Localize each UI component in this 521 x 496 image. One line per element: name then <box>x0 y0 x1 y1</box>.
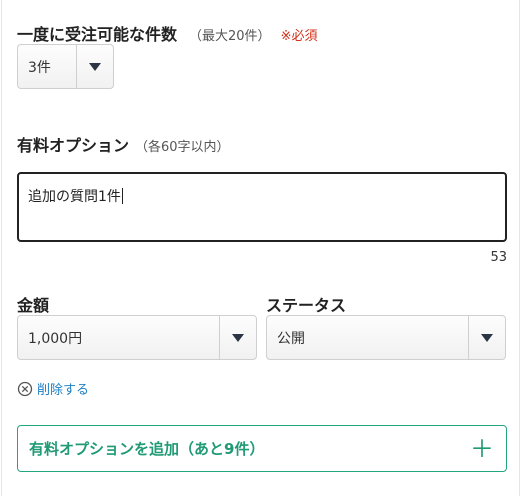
chevron-down-icon <box>232 333 244 342</box>
status-label-row: ステータス <box>266 292 346 316</box>
price-select[interactable]: 1,000円 <box>17 315 257 360</box>
chevron-down-icon <box>481 333 493 342</box>
capacity-note: （最大20件） <box>189 29 271 44</box>
option-note: （各60字以内） <box>135 140 230 155</box>
required-badge: ※必須 <box>280 29 318 44</box>
option-label-row: 有料オプション （各60字以内） <box>17 132 230 156</box>
status-select-arrow[interactable] <box>468 316 505 359</box>
left-border <box>1 0 2 496</box>
option-text-field[interactable]: 追加の質問1件 <box>17 172 507 242</box>
capacity-select[interactable]: 3件 <box>17 44 114 89</box>
status-select-value: 公開 <box>277 330 305 347</box>
delete-option-link[interactable]: 削除する <box>17 379 89 398</box>
price-label-row: 金額 <box>17 292 49 316</box>
char-counter: 53 <box>490 250 507 265</box>
option-text-value: 追加の質問1件 <box>28 189 121 205</box>
add-option-button[interactable]: 有料オプションを追加（あと9件） ＋ <box>17 425 507 472</box>
delete-option-label: 削除する <box>37 383 90 398</box>
price-select-arrow[interactable] <box>219 316 256 359</box>
option-label: 有料オプション <box>17 136 130 155</box>
status-select[interactable]: 公開 <box>266 315 506 360</box>
add-option-label: 有料オプションを追加（あと9件） <box>29 440 265 458</box>
price-select-value: 1,000円 <box>28 330 83 347</box>
right-border <box>519 0 520 496</box>
price-label: 金額 <box>17 296 50 315</box>
plus-icon: ＋ <box>470 434 494 463</box>
status-label: ステータス <box>266 296 347 315</box>
capacity-label: 一度に受注可能な件数 <box>17 25 178 44</box>
capacity-label-row: 一度に受注可能な件数 （最大20件） ※必須 <box>17 21 317 45</box>
circle-x-icon <box>17 381 33 396</box>
capacity-select-value: 3件 <box>28 59 51 76</box>
capacity-select-arrow[interactable] <box>76 45 113 88</box>
chevron-down-icon <box>89 62 101 71</box>
text-caret <box>121 188 123 204</box>
